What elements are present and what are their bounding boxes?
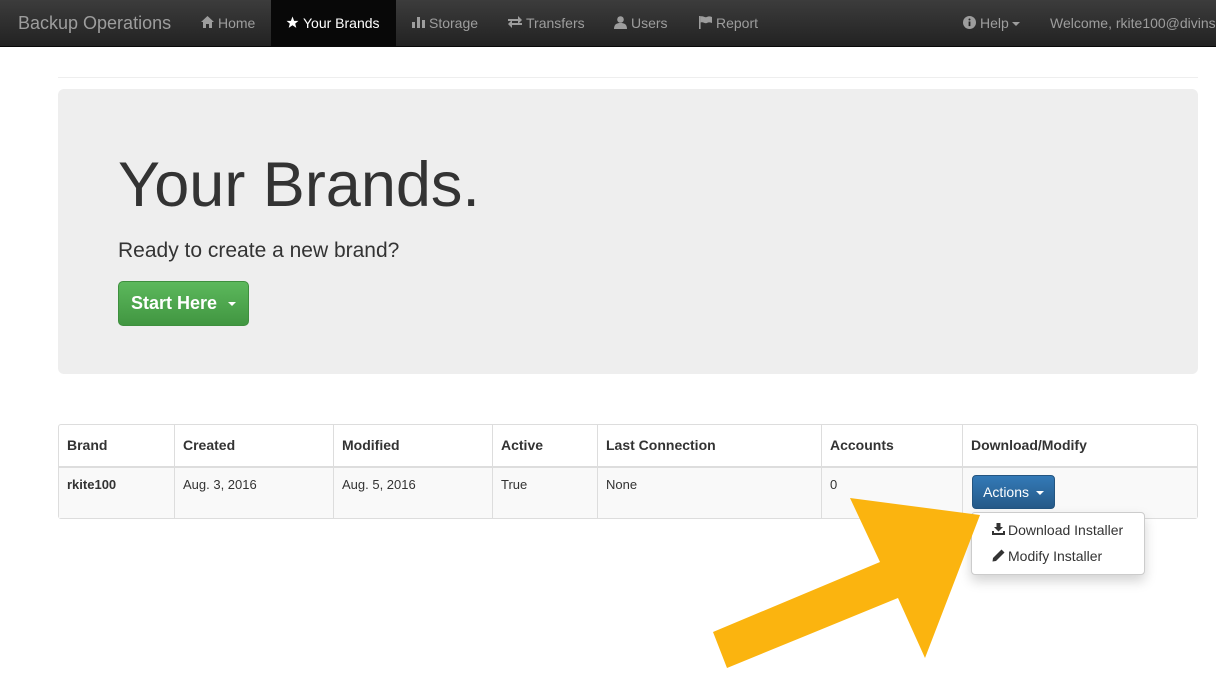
column-header: Last Connection	[606, 437, 716, 453]
cell-active: True	[501, 477, 528, 492]
caret-down-icon	[1035, 491, 1044, 496]
nav-item-label: Transfers	[526, 15, 585, 31]
navbar-brand[interactable]: Backup Operations	[18, 0, 171, 47]
jumbotron: Your Brands. Ready to create a new brand…	[58, 89, 1198, 374]
caret-down-icon	[1011, 22, 1020, 27]
start-here-label: Start Here	[130, 293, 218, 313]
menu-item-label: Download Installer	[1008, 522, 1124, 538]
nav-item-your-brands[interactable]: Your Brands	[271, 0, 396, 47]
nav-item-transfers[interactable]: Transfers	[508, 0, 585, 47]
nav-item-label: Your Brands	[303, 15, 380, 31]
nav-item-label: Home	[218, 15, 256, 31]
nav-item-label: Report	[716, 15, 759, 31]
nav-item-users[interactable]: Users	[614, 0, 668, 47]
nav-item-storage[interactable]: Storage	[412, 0, 478, 47]
top-navbar: Backup Operations Home Your Brands Stora…	[0, 0, 1216, 47]
column-header: Accounts	[830, 437, 894, 453]
cell-brand: rkite100	[67, 477, 117, 492]
page-subtitle: Ready to create a new brand?	[118, 239, 400, 262]
transfer-icon	[508, 16, 522, 29]
column-brand: Brand rkite100	[59, 425, 175, 518]
column-header: Created	[183, 437, 236, 453]
info-circle-icon	[963, 15, 976, 29]
flag-icon	[699, 15, 712, 29]
home-icon	[201, 16, 214, 29]
column-header: Download/Modify	[971, 437, 1087, 453]
nav-item-help[interactable]: Help	[963, 0, 1020, 47]
column-active: Active True	[493, 425, 598, 518]
nav-item-report[interactable]: Report	[699, 0, 758, 47]
column-header: Active	[501, 437, 544, 453]
menu-item-label: Modify Installer	[1008, 548, 1103, 564]
bar-chart-icon	[412, 17, 425, 29]
divider	[58, 77, 1198, 78]
column-created: Created Aug. 3, 2016	[175, 425, 334, 518]
welcome-user[interactable]: Welcome, rkite100@divins	[1050, 0, 1216, 47]
cell-created: Aug. 3, 2016	[183, 477, 257, 492]
menu-item-download-installer[interactable]: Download Installer	[992, 520, 1123, 540]
user-icon	[614, 15, 627, 29]
nav-item-label: Users	[631, 15, 668, 31]
menu-item-modify-installer[interactable]: Modify Installer	[992, 546, 1102, 566]
nav-item-home[interactable]: Home	[201, 0, 255, 47]
nav-item-label: Storage	[429, 15, 479, 31]
column-header: Modified	[342, 437, 400, 453]
cell-last-connection: None	[606, 477, 638, 492]
start-here-button[interactable]: Start Here	[118, 281, 249, 326]
caret-down-icon	[228, 302, 237, 307]
column-modified: Modified Aug. 5, 2016	[334, 425, 493, 518]
cell-modified: Aug. 5, 2016	[342, 477, 416, 492]
column-header: Brand	[67, 437, 108, 453]
page-title: Your Brands.	[118, 150, 480, 220]
annotation-arrow-icon	[713, 498, 980, 668]
star-icon	[286, 16, 299, 28]
nav-item-label: Help	[980, 15, 1009, 31]
